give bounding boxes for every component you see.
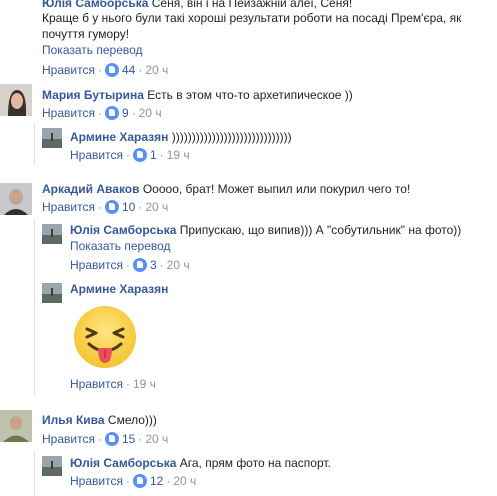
comment-author[interactable]: Юлія Самборська [70, 456, 176, 470]
reply-thread-line [34, 452, 35, 495]
avatar[interactable] [0, 410, 32, 442]
like-button[interactable]: Нравится [42, 432, 95, 446]
like-button[interactable]: Нравится [70, 258, 123, 272]
comment-actions: Нравится · 44 · 20 ч [42, 63, 169, 77]
like-count-icon [132, 148, 147, 162]
landscape-avatar-icon [42, 224, 62, 244]
comment-author[interactable]: Илья Кива [42, 413, 105, 427]
like-count-icon [104, 432, 119, 446]
landscape-avatar-icon [42, 456, 62, 476]
like-count[interactable]: 15 [122, 432, 135, 446]
comment-text: Ага, прям фото на паспорт. [179, 456, 331, 470]
comment-text: Припускаю, що випив))) А "собутильник" н… [179, 223, 462, 237]
translate-link[interactable]: Показать перевод [70, 239, 171, 254]
like-button[interactable]: Нравится [42, 106, 95, 120]
comment: Юлія Самборська Ага, прям фото на паспор… [70, 456, 490, 496]
person-avatar-icon [0, 84, 32, 116]
comment-time[interactable]: 20 ч [167, 258, 190, 272]
comment: Юлія Самборська Припускаю, що випив))) А… [70, 223, 490, 278]
avatar[interactable] [0, 84, 32, 116]
comment-first-line: Юлія Самборська Сеня, він і на Пейзажній… [42, 0, 352, 11]
comment-actions: Нравится · 9 · 20 ч [42, 106, 162, 120]
comment-text: Краще б у нього були такі хороші результ… [42, 11, 462, 25]
like-count-icon [104, 200, 119, 214]
comment-actions: Нравится · 15 · 20 ч [42, 432, 169, 446]
like-count[interactable]: 3 [150, 258, 157, 272]
comment-author[interactable]: Армине Харазян [70, 130, 168, 144]
comment-author[interactable]: Мария Бутырина [42, 88, 144, 102]
comment-text: Смело))) [107, 413, 157, 427]
comment-text: Есть в этом что-то архетипическое )) [147, 88, 353, 102]
comment: Мария Бутырина Есть в этом что-то архети… [42, 88, 492, 128]
like-button[interactable]: Нравится [70, 377, 123, 391]
comment-text: Ооооо, брат! Может выпил или покурил чег… [142, 182, 411, 196]
comment-time[interactable]: 19 ч [167, 148, 190, 162]
landscape-avatar-icon [42, 128, 62, 148]
comment: Илья Кива Смело))) Нравится · 15 · 20 ч [42, 413, 492, 453]
like-count[interactable]: 44 [122, 63, 135, 77]
like-count-icon [132, 474, 147, 488]
like-button[interactable]: Нравится [42, 63, 95, 77]
landscape-avatar-icon [42, 283, 62, 303]
comment: Аркадий Аваков Ооооо, брат! Может выпил … [42, 182, 492, 222]
comment-author[interactable]: Юлія Самборська [70, 223, 176, 237]
tongue-out-emoji-icon [74, 306, 136, 368]
like-count[interactable]: 10 [122, 200, 135, 214]
comment-author[interactable]: Аркадий Аваков [42, 182, 140, 196]
comment-actions: Нравится · 1 · 19 ч [70, 148, 190, 162]
comment-text: )))))))))))))))))))))))))))))) [171, 130, 292, 144]
comment: Армине Харазян Нравится · 19 ч [70, 282, 490, 392]
comment-actions: Нравится · 10 · 20 ч [42, 200, 169, 214]
comment-text: Сеня, він і на Пейзажній алеї, Сеня! [151, 0, 353, 10]
avatar[interactable] [0, 183, 32, 215]
avatar[interactable] [42, 128, 62, 148]
comment: Армине Харазян )))))))))))))))))))))))))… [70, 130, 490, 170]
comment-time[interactable]: 20 ч [145, 432, 168, 446]
like-count[interactable]: 9 [122, 106, 129, 120]
comment: Юлія Самборська Сеня, він і на Пейзажній… [42, 0, 492, 77]
comment-time[interactable]: 20 ч [173, 474, 196, 488]
comment-time[interactable]: 20 ч [139, 106, 162, 120]
like-button[interactable]: Нравится [42, 200, 95, 214]
comment-time[interactable]: 20 ч [145, 200, 168, 214]
like-count-icon [104, 63, 119, 77]
comment-time[interactable]: 20 ч [145, 63, 168, 77]
like-count[interactable]: 12 [150, 474, 163, 488]
like-button[interactable]: Нравится [70, 474, 123, 488]
like-count[interactable]: 1 [150, 148, 157, 162]
like-count-icon [132, 258, 147, 272]
like-button[interactable]: Нравится [70, 148, 123, 162]
avatar[interactable] [42, 283, 62, 303]
reply-thread-line [34, 124, 35, 164]
reply-thread-line [34, 220, 35, 395]
tongue-out-emoji-sticker [70, 303, 140, 371]
comment-author[interactable]: Армине Харазян [70, 282, 168, 296]
comment-actions: Нравится · 3 · 20 ч [70, 258, 190, 272]
like-count-icon [104, 106, 119, 120]
person-avatar-icon [0, 183, 32, 215]
comment-actions: Нравится · 12 · 20 ч [70, 474, 197, 488]
comment-actions: Нравится · 19 ч [70, 377, 156, 391]
avatar[interactable] [42, 224, 62, 244]
avatar[interactable] [42, 456, 62, 476]
person-avatar-icon [0, 410, 32, 442]
translate-link[interactable]: Показать перевод [42, 43, 143, 58]
comment-author[interactable]: Юлія Самборська [42, 0, 148, 10]
comment-time[interactable]: 19 ч [133, 377, 156, 391]
comment-text: почуття гумору! [42, 27, 130, 41]
